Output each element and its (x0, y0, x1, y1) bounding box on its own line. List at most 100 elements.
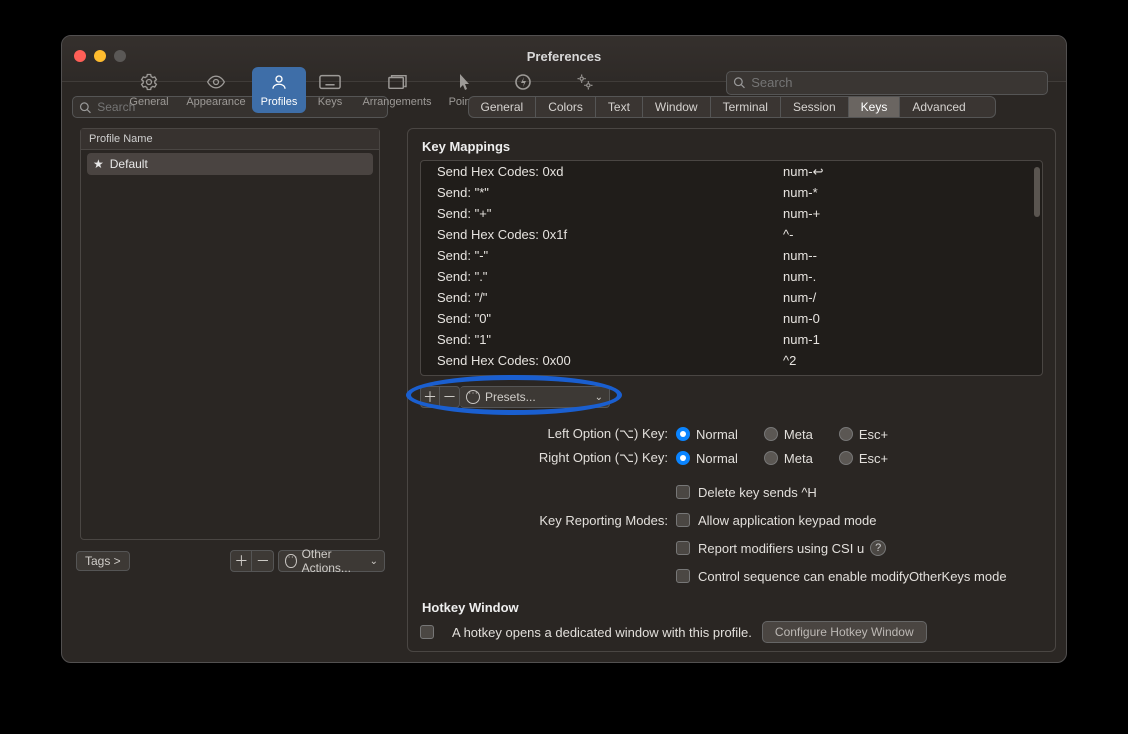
key-mapping-row[interactable]: Send: "/"num-/ (421, 287, 1042, 308)
mapping-action: Send Hex Codes: 0x00 (437, 351, 783, 370)
toolbar-general[interactable]: General (118, 67, 180, 113)
preferences-window: Preferences General Appearance Profiles … (61, 35, 1067, 663)
radio-icon (839, 427, 853, 441)
tab-colors[interactable]: Colors (536, 97, 596, 117)
delete-sends-label: Delete key sends ^H (698, 485, 817, 500)
window-controls (74, 50, 126, 62)
mapping-shortcut: num-↩ (783, 162, 824, 181)
profile-table-header[interactable]: Profile Name (81, 129, 379, 150)
tab-general[interactable]: General (469, 97, 537, 117)
allow-keypad-label: Allow application keypad mode (698, 513, 877, 528)
radio-icon (839, 451, 853, 465)
key-reporting-label: Key Reporting Modes: (420, 513, 676, 528)
plus-icon: ＋ (234, 551, 248, 571)
ellipsis-icon (285, 554, 296, 568)
csi-u-checkbox[interactable] (676, 541, 690, 555)
delete-sends-checkbox[interactable] (676, 485, 690, 499)
right-option-meta[interactable]: Meta (764, 451, 813, 466)
mapping-shortcut: num-. (783, 267, 816, 286)
tab-keys[interactable]: Keys (849, 97, 901, 117)
key-mappings-footer: ＋ － Presets... ⌄ (420, 384, 1043, 410)
csi-u-label: Report modifiers using CSI u (698, 541, 864, 556)
help-icon[interactable]: ? (870, 540, 886, 556)
minus-icon: － (443, 387, 457, 407)
other-actions-label: Other Actions... (302, 547, 365, 575)
chevron-down-icon: ⌄ (595, 392, 603, 403)
mapping-shortcut: num-* (783, 183, 818, 202)
key-mapping-row[interactable]: Send: "2"num-2 (421, 371, 1042, 376)
close-icon[interactable] (74, 50, 86, 62)
remove-mapping-button[interactable]: － (440, 386, 460, 408)
key-mapping-row[interactable]: Send: "+"num-+ (421, 203, 1042, 224)
zoom-icon (114, 50, 126, 62)
tab-session[interactable]: Session (781, 97, 849, 117)
tab-window[interactable]: Window (643, 97, 711, 117)
keyboard-icon (319, 71, 341, 93)
gear-icon (139, 71, 159, 93)
keys-panel: Key Mappings Send Hex Codes: 0xdnum-↩Sen… (407, 128, 1056, 652)
remove-profile-button[interactable]: － (252, 550, 274, 572)
toolbar-appearance[interactable]: Appearance (180, 67, 252, 113)
mapping-action: Send: "-" (437, 246, 783, 265)
eye-icon (205, 71, 227, 93)
left-option-normal[interactable]: Normal (676, 427, 738, 442)
key-mappings-list[interactable]: Send Hex Codes: 0xdnum-↩Send: "*"num-*Se… (420, 160, 1043, 376)
mapping-action: Send Hex Codes: 0x1f (437, 225, 783, 244)
scrollbar[interactable] (1034, 167, 1040, 217)
modify-other-checkbox[interactable] (676, 569, 690, 583)
allow-keypad-checkbox[interactable] (676, 513, 690, 527)
titlebar: Preferences General Appearance Profiles … (62, 36, 1066, 82)
key-mapping-row[interactable]: Send Hex Codes: 0xdnum-↩ (421, 161, 1042, 182)
modify-other-label: Control sequence can enable modifyOtherK… (698, 569, 1007, 584)
star-icon: ★ (93, 157, 104, 171)
mapping-action: Send: "/" (437, 288, 783, 307)
tags-button[interactable]: Tags > (76, 551, 130, 571)
key-mapping-row[interactable]: Send Hex Codes: 0x00^2 (421, 350, 1042, 371)
mapping-action: Send: "*" (437, 183, 783, 202)
minimize-icon[interactable] (94, 50, 106, 62)
mapping-shortcut: ^2 (783, 351, 796, 370)
profile-row-default[interactable]: ★ Default (87, 153, 373, 175)
left-option-label: Left Option (⌥) Key: (420, 426, 676, 442)
window-title: Preferences (62, 36, 1066, 64)
mapping-shortcut: num-2 (783, 372, 820, 376)
mapping-shortcut: num-/ (783, 288, 816, 307)
add-mapping-button[interactable]: ＋ (420, 386, 440, 408)
left-option-meta[interactable]: Meta (764, 427, 813, 442)
hotkey-heading: Hotkey Window (422, 600, 1043, 615)
key-mapping-row[interactable]: Send: "-"num-- (421, 245, 1042, 266)
profile-tabbar: General Colors Text Window Terminal Sess… (468, 96, 996, 118)
sidebar-footer: Tags > ＋ － Other Actions... ⌄ (76, 550, 397, 572)
profile-table: Profile Name ★ Default (80, 128, 380, 540)
key-mapping-row[interactable]: Send: "0"num-0 (421, 308, 1042, 329)
mapping-action: Send Hex Codes: 0xd (437, 162, 783, 181)
key-mapping-row[interactable]: Send Hex Codes: 0x1f^- (421, 224, 1042, 245)
add-profile-button[interactable]: ＋ (230, 550, 252, 572)
mapping-action: Send: "2" (437, 372, 783, 376)
key-mapping-row[interactable]: Send: "1"num-1 (421, 329, 1042, 350)
other-actions-menu[interactable]: Other Actions... ⌄ (278, 550, 385, 572)
tab-terminal[interactable]: Terminal (711, 97, 781, 117)
key-mappings-heading: Key Mappings (422, 139, 1043, 154)
profile-name: Default (110, 157, 148, 171)
presets-menu[interactable]: Presets... ⌄ (460, 386, 610, 408)
hotkey-checkbox[interactable] (420, 625, 434, 639)
toolbar-keys[interactable]: Keys (306, 67, 354, 113)
tab-advanced[interactable]: Advanced (900, 97, 977, 117)
tab-text[interactable]: Text (596, 97, 643, 117)
key-mapping-row[interactable]: Send: "."num-. (421, 266, 1042, 287)
ellipsis-icon (466, 390, 480, 404)
radio-icon (676, 451, 690, 465)
mapping-shortcut: num-1 (783, 330, 820, 349)
sidebar: Profile Name ★ Default Tags > ＋ － Other … (62, 82, 397, 662)
right-option-escplus[interactable]: Esc+ (839, 451, 888, 466)
chevron-updown-icon: ⌄ (370, 556, 378, 567)
right-option-normal[interactable]: Normal (676, 451, 738, 466)
toolbar-profiles[interactable]: Profiles (252, 67, 306, 113)
mapping-action: Send: "1" (437, 330, 783, 349)
presets-label: Presets... (485, 390, 536, 404)
left-option-escplus[interactable]: Esc+ (839, 427, 888, 442)
configure-hotkey-button[interactable]: Configure Hotkey Window (762, 621, 927, 643)
radio-icon (764, 427, 778, 441)
key-mapping-row[interactable]: Send: "*"num-* (421, 182, 1042, 203)
